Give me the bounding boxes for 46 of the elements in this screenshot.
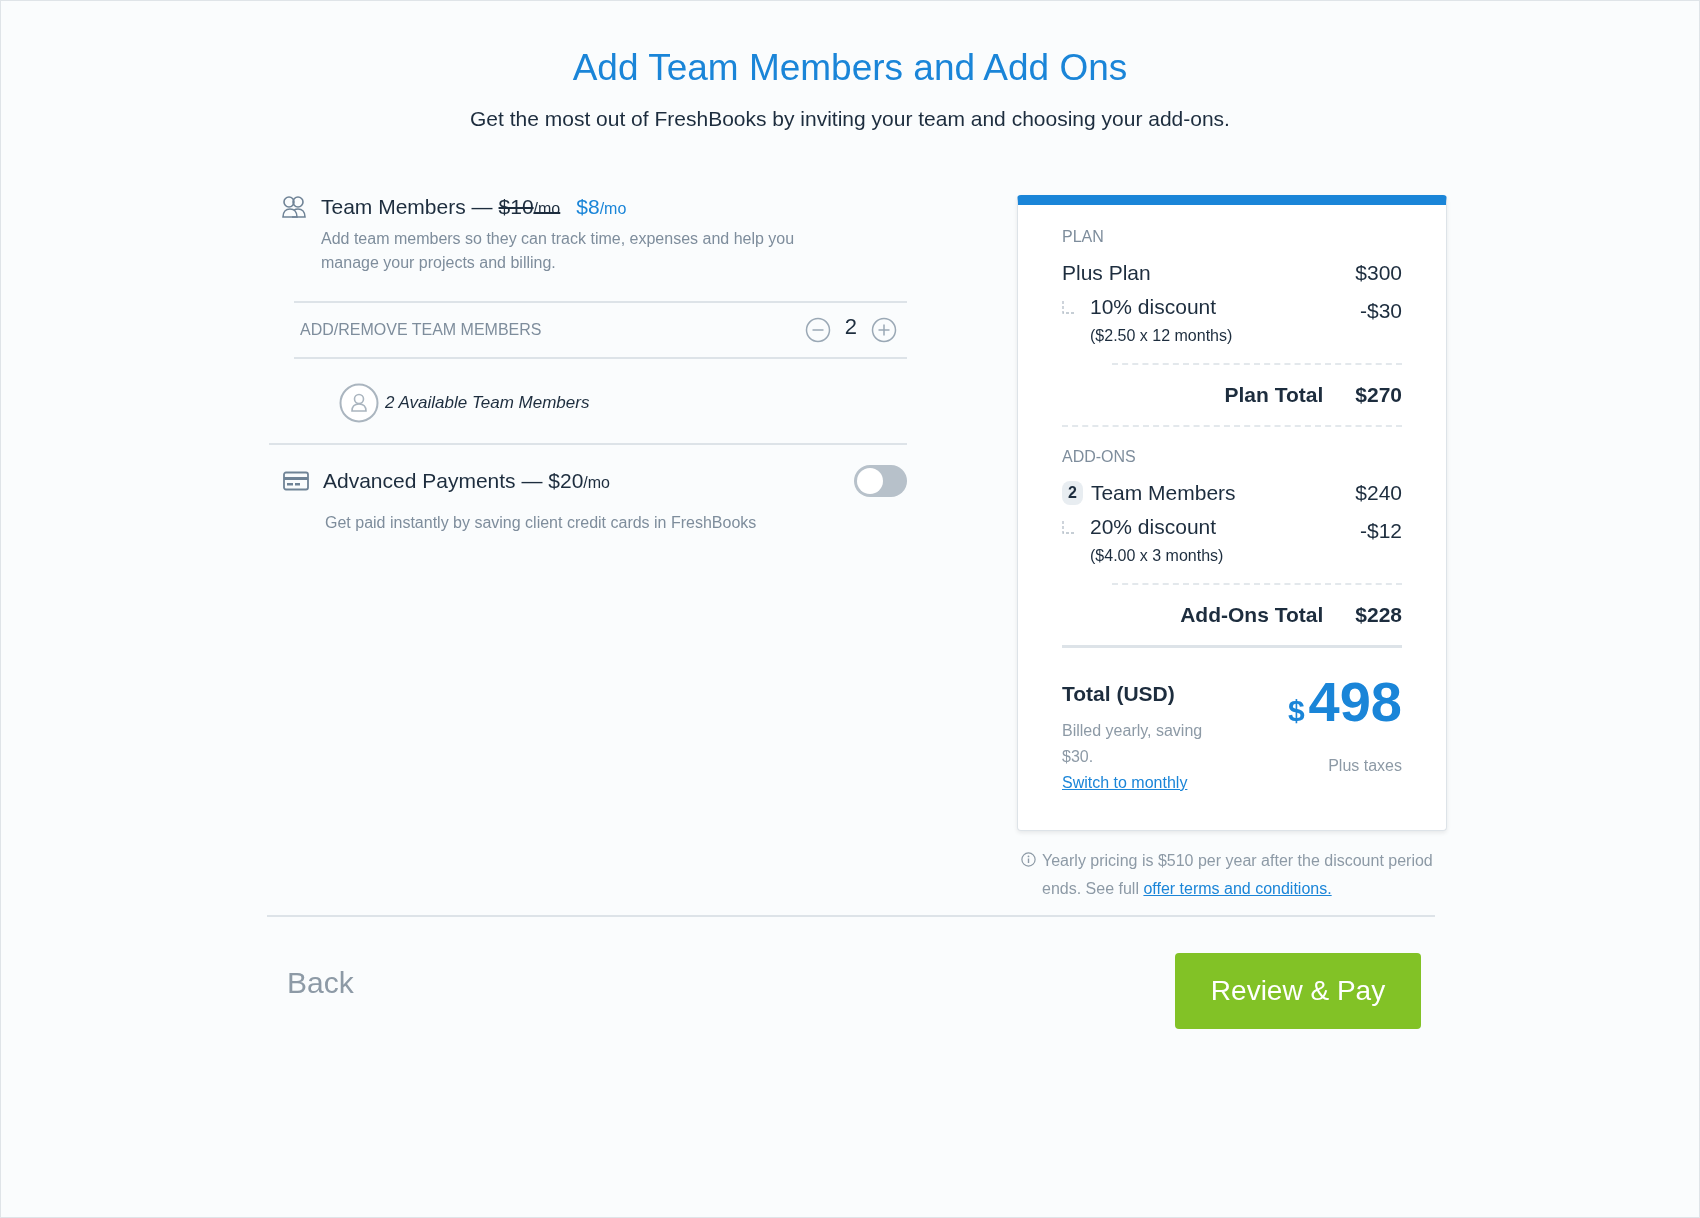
available-members: 2 Available Team Members — [385, 393, 590, 413]
minus-icon[interactable] — [804, 317, 831, 343]
addon-title: Advanced Payments — $20/mo — [323, 469, 610, 493]
total-amount: $498 — [1287, 672, 1402, 735]
subtotal-label: Add-Ons Total — [1180, 603, 1324, 627]
toggle-switch[interactable] — [854, 465, 907, 497]
taxes-note: Plus taxes — [1327, 757, 1402, 775]
stepper-label: ADD/REMOVE TEAM MEMBERS — [300, 321, 542, 339]
price: $8/mo — [576, 195, 627, 219]
plus-icon[interactable] — [871, 317, 897, 343]
discount-amount: -$30 — [1359, 299, 1402, 323]
old-price: $10/mo — [498, 195, 561, 219]
billing-note: Billed yearly, saving $30. Switch to monthly — [1062, 721, 1204, 793]
subtotal-label: Plan Total — [1224, 383, 1324, 407]
discount-amount: -$12 — [1359, 519, 1402, 543]
avatar-icon — [339, 383, 379, 423]
dashed-corner-icon — [1062, 520, 1076, 534]
page-title: Add Team Members and Add Ons — [571, 46, 1129, 90]
addon-description: Add team members so they can track time, expenses and help you manage your projects and billing. — [320, 229, 796, 273]
pricing-note: Yearly pricing is $510 per year after the discount period ends. See full offer terms and conditions. — [1042, 851, 1434, 899]
line-item-name: Plus Plan — [1062, 261, 1151, 285]
dashed-corner-icon — [1062, 300, 1076, 314]
total-label: Total (USD) — [1062, 682, 1176, 706]
line-item-amount: $300 — [1355, 261, 1402, 285]
terms-link[interactable]: offer terms and conditions. — [1143, 880, 1332, 897]
back-link[interactable]: Back — [287, 966, 354, 1000]
addon-title: Team Members — — [321, 195, 493, 219]
page-subtitle: Get the most out of FreshBooks by inviting your team and choosing your add-ons. — [469, 106, 1231, 132]
section-label: ADD-ONS — [1062, 447, 1137, 467]
addon-description: Get paid instantly by saving client credit cards in FreshBooks — [324, 513, 758, 533]
count-badge: 2 — [1062, 481, 1083, 505]
member-count: 2 — [844, 314, 857, 340]
subtotal-amount: $270 — [1355, 383, 1402, 407]
subtotal-amount: $228 — [1355, 603, 1402, 627]
review-pay-button[interactable]: Review & Pay — [1175, 953, 1421, 1029]
line-item-name: Team Members — [1090, 481, 1236, 505]
switch-link[interactable]: Switch to monthly — [1062, 774, 1188, 791]
info-icon — [1021, 852, 1036, 867]
section-label: PLAN — [1062, 227, 1105, 247]
discount-detail: ($4.00 x 3 months) — [1089, 547, 1224, 565]
credit-card-icon — [283, 471, 309, 491]
line-item-amount: $240 — [1355, 481, 1402, 505]
discount-detail: ($2.50 x 12 months) — [1089, 327, 1233, 345]
discount-name: 10% discount — [1090, 295, 1217, 319]
discount-name: 20% discount — [1090, 515, 1217, 539]
people-icon — [281, 195, 307, 219]
